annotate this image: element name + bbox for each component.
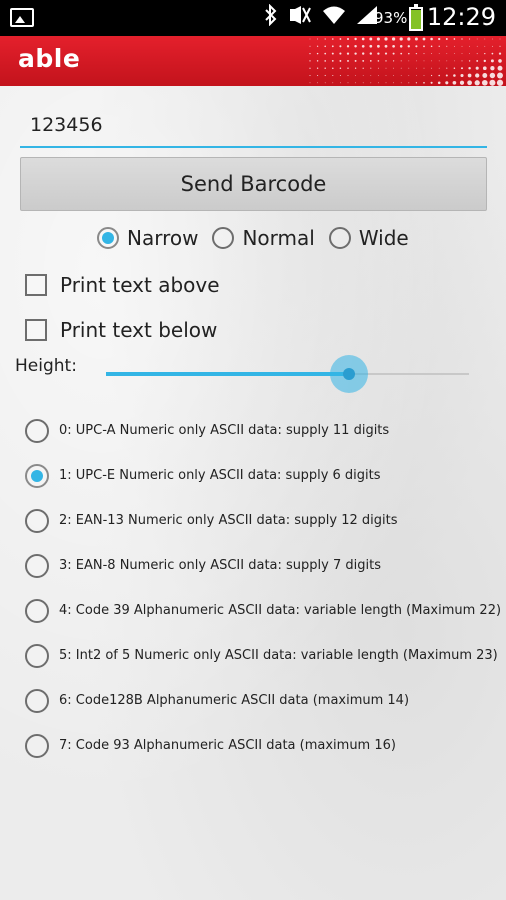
barcode-type-list: 0: UPC-A Numeric only ASCII data: supply…: [25, 408, 502, 768]
radio-wide[interactable]: [328, 227, 351, 249]
radio-normal[interactable]: [212, 227, 235, 249]
width-option-label: Narrow: [127, 226, 199, 250]
app-logo: able: [18, 44, 81, 73]
barcode-type-label: 4: Code 39 Alphanumeric ASCII data: vari…: [59, 603, 502, 618]
status-bar: 93% 12:29: [0, 0, 506, 36]
barcode-type-radio[interactable]: [25, 598, 49, 623]
barcode-type-label: 7: Code 93 Alphanumeric ASCII data (maxi…: [59, 738, 396, 753]
width-option-label: Wide: [358, 226, 409, 250]
barcode-type-radio[interactable]: [25, 508, 49, 533]
print-text-below-option[interactable]: Print text below: [25, 318, 217, 342]
barcode-type-radio[interactable]: [25, 733, 49, 758]
barcode-type-option[interactable]: 4: Code 39 Alphanumeric ASCII data: vari…: [25, 588, 502, 633]
header-dot-pattern: [309, 37, 504, 86]
barcode-type-radio[interactable]: [25, 688, 49, 713]
print-text-above-label: Print text above: [60, 273, 220, 297]
wifi-icon: [322, 5, 346, 32]
barcode-type-label: 0: UPC-A Numeric only ASCII data: supply…: [59, 423, 390, 438]
barcode-type-option[interactable]: 5: Int2 of 5 Numeric only ASCII data: va…: [25, 633, 500, 678]
radio-narrow[interactable]: [97, 227, 119, 249]
clock: 12:29: [426, 3, 496, 31]
app-header: able: [0, 36, 506, 86]
print-text-below-label: Print text below: [60, 318, 218, 342]
send-barcode-button[interactable]: Send Barcode: [20, 157, 487, 211]
barcode-type-label: 1: UPC-E Numeric only ASCII data: supply…: [59, 468, 381, 483]
bluetooth-icon: [264, 3, 278, 33]
barcode-type-label: 6: Code128B Alphanumeric ASCII data (max…: [59, 693, 410, 708]
battery-percent: 93%: [374, 9, 408, 27]
barcode-type-option[interactable]: 2: EAN-13 Numeric only ASCII data: suppl…: [25, 498, 500, 543]
bar-width-group: Narrow Normal Wide: [97, 226, 423, 250]
print-text-above-option[interactable]: Print text above: [25, 273, 220, 297]
width-option-label: Normal: [242, 226, 315, 250]
barcode-type-label: 5: Int2 of 5 Numeric only ASCII data: va…: [59, 648, 498, 663]
barcode-type-radio[interactable]: [25, 463, 49, 488]
barcode-type-label: 3: EAN-8 Numeric only ASCII data: supply…: [59, 558, 381, 573]
photo-icon: [10, 8, 34, 27]
barcode-input-container: [20, 108, 487, 148]
barcode-type-option[interactable]: 3: EAN-8 Numeric only ASCII data: supply…: [25, 543, 500, 588]
battery-icon: [409, 4, 423, 31]
print-text-below-checkbox[interactable]: [25, 319, 47, 341]
barcode-input[interactable]: [20, 108, 487, 142]
width-option-normal[interactable]: Normal: [212, 226, 315, 250]
barcode-type-radio[interactable]: [25, 553, 49, 578]
barcode-type-radio[interactable]: [25, 418, 49, 443]
barcode-type-option[interactable]: 1: UPC-E Numeric only ASCII data: supply…: [25, 453, 500, 498]
print-text-above-checkbox[interactable]: [25, 274, 47, 296]
barcode-type-label: 2: EAN-13 Numeric only ASCII data: suppl…: [59, 513, 398, 528]
mute-icon: [288, 5, 312, 32]
barcode-type-option[interactable]: 7: Code 93 Alphanumeric ASCII data (maxi…: [25, 723, 500, 768]
battery-fill: [411, 10, 421, 29]
barcode-type-option[interactable]: 6: Code128B Alphanumeric ASCII data (max…: [25, 678, 500, 723]
width-option-wide[interactable]: Wide: [328, 226, 409, 250]
barcode-type-radio[interactable]: [25, 643, 49, 668]
barcode-type-option[interactable]: 0: UPC-A Numeric only ASCII data: supply…: [25, 408, 500, 453]
height-slider[interactable]: [106, 355, 469, 393]
slider-fill: [106, 372, 350, 376]
height-label: Height:: [15, 356, 77, 376]
width-option-narrow[interactable]: Narrow: [97, 226, 198, 250]
